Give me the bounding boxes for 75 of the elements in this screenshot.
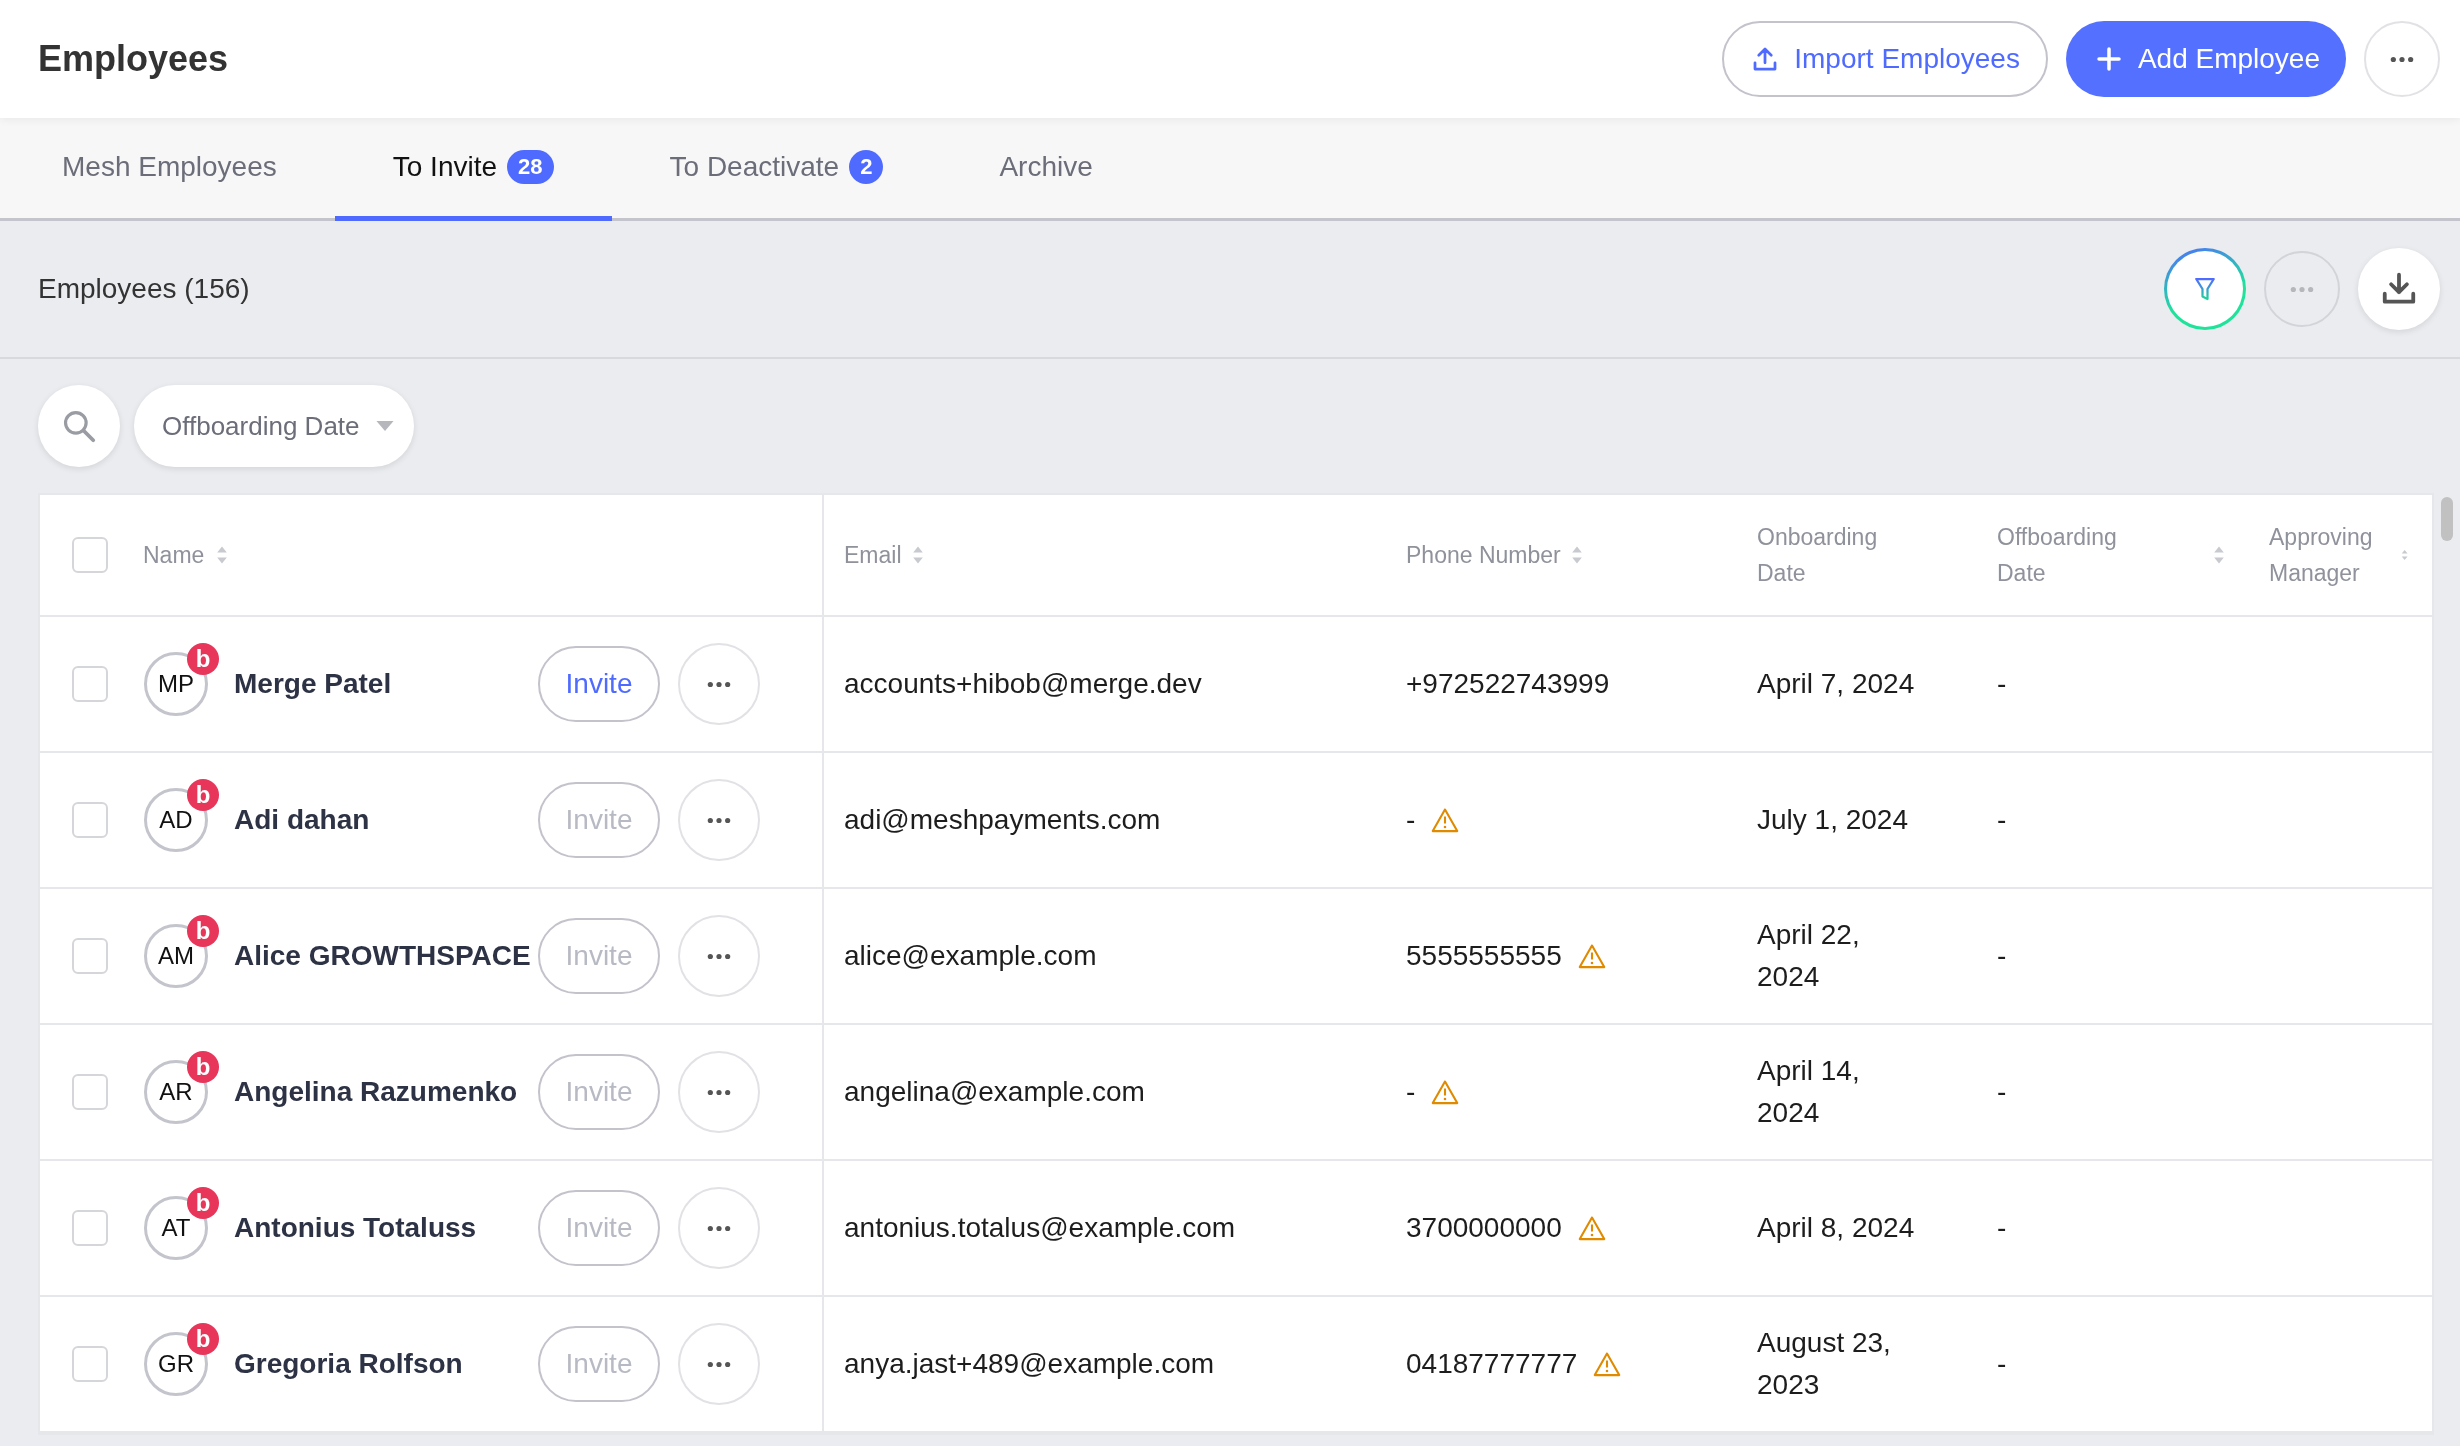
row-checkbox[interactable] (72, 1074, 108, 1110)
column-header[interactable]: Onboarding Date (1757, 519, 1907, 591)
more-icon (706, 952, 732, 960)
row-checkbox[interactable] (72, 1346, 108, 1382)
more-icon (706, 816, 732, 824)
email-cell-text: accounts+hibob@merge.dev (844, 667, 1202, 701)
onboarding-date-cell-text: April 8, 2024 (1757, 1211, 1916, 1245)
phone-cell-text: - (1406, 803, 1416, 837)
phone-cell-text: 3700000000 (1406, 1211, 1562, 1245)
column-header[interactable]: Email (844, 537, 902, 573)
column-header[interactable]: Approving Manager (2269, 519, 2391, 591)
column-header[interactable]: Offboarding Date (1997, 519, 2147, 591)
employee-name: Angelina Razumenko (234, 1076, 519, 1108)
download-button[interactable] (2358, 248, 2440, 330)
onboarding-date-cell-text: July 1, 2024 (1757, 803, 1909, 837)
invite-button[interactable]: Invite (538, 646, 660, 722)
source-badge: b (187, 915, 219, 947)
sort-icon[interactable] (1570, 544, 1583, 566)
sort-icon[interactable] (2213, 544, 2225, 566)
offboarding-date-cell-text: - (1997, 939, 2007, 973)
row-checkbox[interactable] (72, 938, 108, 974)
email-cell-text: adi@meshpayments.com (844, 803, 1161, 837)
employee-name: Merge Patel (234, 668, 393, 700)
offboarding-date-cell-text: - (1997, 667, 2007, 701)
onboarding-date-cell-text: April 14, 2024 (1757, 1054, 1861, 1130)
more-icon (706, 1088, 732, 1096)
email-cell-text: angelina@example.com (844, 1075, 1145, 1109)
source-badge: b (187, 1187, 219, 1219)
caret-icon (375, 421, 394, 431)
source-badge: b (187, 1323, 219, 1355)
sort-icon[interactable] (911, 544, 924, 566)
onboarding-date-cell-text: April 22, 2024 (1757, 918, 1861, 994)
scrollbar-thumb[interactable] (2441, 497, 2453, 541)
source-badge: b (187, 779, 219, 811)
employee-name: Antonius Totaluss (234, 1212, 478, 1244)
offboarding-date-cell-text: - (1997, 1211, 2007, 1245)
more-icon (706, 1224, 732, 1232)
source-badge: b (187, 643, 219, 675)
phone-cell-text: 5555555555 (1406, 939, 1562, 973)
more-icon (706, 680, 732, 688)
import-employees-button[interactable]: Import Employees (1722, 21, 2048, 97)
offboarding-date-dropdown[interactable]: Offboarding Date (134, 385, 414, 467)
employee-name: Adi dahan (234, 804, 371, 836)
row-checkbox[interactable] (72, 802, 108, 838)
email-cell-text: antonius.totalus@example.com (844, 1211, 1236, 1245)
email-cell-text: alice@example.com (844, 939, 1097, 973)
more-icon (2389, 55, 2415, 63)
page-title: Employees (38, 38, 229, 80)
source-badge: b (187, 1051, 219, 1083)
select-all-checkbox[interactable] (72, 537, 108, 573)
column-header[interactable]: Name (143, 537, 205, 573)
tab[interactable]: To Invite 28 (334, 118, 612, 221)
onboarding-date-cell-text: April 7, 2024 (1757, 667, 1916, 701)
search-button[interactable] (38, 385, 120, 467)
section-title: Employees (156) (38, 273, 250, 305)
row-checkbox[interactable] (72, 1210, 108, 1246)
offboarding-date-cell-text: - (1997, 1347, 2007, 1381)
tab[interactable]: Mesh Employees (24, 118, 335, 221)
add-employee-button[interactable]: Add Employee (2065, 21, 2346, 97)
employee-name: Alice GROWTHSPACE (234, 940, 532, 972)
more-icon (706, 1360, 732, 1368)
more-icon (2289, 285, 2315, 293)
sort-icon[interactable] (216, 544, 229, 566)
phone-cell-text: 04187777777 (1406, 1347, 1578, 1381)
phone-cell-text: - (1406, 1075, 1416, 1109)
tab[interactable]: Archive (941, 118, 1151, 221)
column-header[interactable]: Phone Number (1406, 537, 1561, 573)
offboarding-date-cell-text: - (1997, 803, 2007, 837)
email-cell-text: anya.jast+489@example.com (844, 1347, 1215, 1381)
phone-cell-text: +972522743999 (1406, 667, 1610, 701)
tab[interactable]: To Deactivate 2 (611, 118, 942, 221)
employee-name: Gregoria Rolfson (234, 1348, 464, 1380)
offboarding-date-cell-text: - (1997, 1075, 2007, 1109)
onboarding-date-cell-text: August 23, 2023 (1757, 1326, 1892, 1402)
row-checkbox[interactable] (72, 666, 108, 702)
